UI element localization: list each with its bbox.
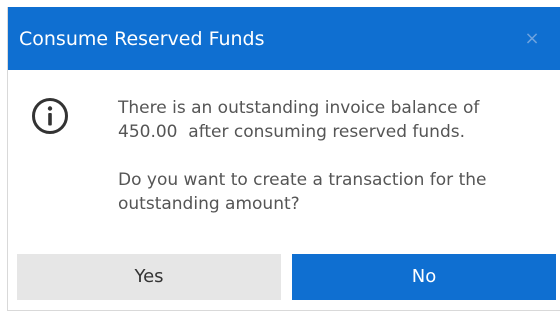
close-icon[interactable]: × xyxy=(522,27,542,51)
question-line-2: outstanding amount? xyxy=(118,194,300,214)
message-line-2: 450.00 after consuming reserved funds. xyxy=(118,122,465,142)
message-line-1: There is an outstanding invoice balance … xyxy=(118,98,480,118)
dialog-title: Consume Reserved Funds xyxy=(19,28,265,50)
dialog-message: There is an outstanding invoice balance … xyxy=(118,96,548,216)
dialog-titlebar: Consume Reserved Funds × xyxy=(8,7,560,70)
yes-button[interactable]: Yes xyxy=(17,254,281,300)
info-circle-icon xyxy=(32,98,68,134)
question-line-1: Do you want to create a transaction for … xyxy=(118,170,487,190)
no-button[interactable]: No xyxy=(292,254,556,300)
consume-reserved-funds-dialog: Consume Reserved Funds × There is an out… xyxy=(7,7,560,311)
